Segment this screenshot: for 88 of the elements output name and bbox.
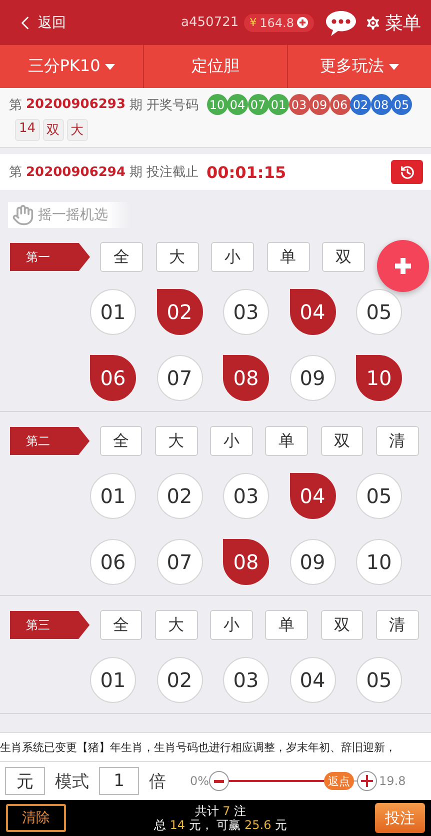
deadline-label: 投注截止 — [146, 164, 198, 181]
hand-icon — [12, 204, 34, 226]
quick-pick-button[interactable]: 清 — [376, 426, 418, 456]
result-ball: 07 — [248, 94, 268, 115]
number-ball[interactable]: 04 — [290, 657, 336, 703]
number-ball[interactable]: 07 — [156, 355, 202, 401]
unit-field[interactable]: 元 — [5, 767, 45, 795]
username: a450721 — [181, 15, 239, 30]
plus-icon — [297, 17, 308, 28]
result-tag: 双 — [42, 119, 64, 141]
plus-button[interactable] — [357, 771, 378, 791]
quick-pick-button[interactable]: 大 — [154, 426, 198, 456]
number-ball[interactable]: 01 — [90, 289, 136, 335]
result-ball: 05 — [391, 94, 412, 115]
plus-icon — [393, 256, 413, 276]
issue-number: 20200906293 — [26, 97, 126, 112]
menu-button[interactable]: 菜单 — [364, 10, 421, 34]
play-tab[interactable]: 更多玩法 — [288, 45, 431, 88]
quick-pick-button[interactable]: 全 — [100, 426, 142, 456]
history-icon — [400, 164, 414, 180]
quick-pick-button[interactable]: 清 — [376, 610, 418, 640]
position-label: 第三 — [10, 611, 90, 639]
result-ball: 02 — [350, 94, 371, 115]
mode-label: 模式 — [55, 770, 89, 792]
quick-pick-button[interactable]: 双 — [322, 242, 365, 272]
minus-icon — [214, 780, 224, 782]
quick-pick-button[interactable]: 小 — [210, 426, 253, 456]
settings-icon — [364, 14, 382, 32]
number-ball[interactable]: 03 — [223, 657, 269, 703]
number-ball[interactable]: 02 — [156, 657, 202, 703]
countdown: 00:01:15 — [206, 162, 286, 182]
result-ball: 01 — [268, 94, 289, 115]
number-ball[interactable]: 01 — [90, 657, 136, 703]
quick-pick-button[interactable]: 全 — [100, 610, 142, 640]
clear-button[interactable]: 清除 — [6, 804, 66, 832]
number-ball[interactable]: 10 — [356, 539, 402, 585]
issue-prefix: 第 — [9, 164, 22, 181]
result-ball: 09 — [309, 94, 330, 115]
issue-suffix: 期 — [130, 164, 142, 181]
result-ball: 08 — [370, 94, 392, 115]
number-ball[interactable]: 03 — [223, 473, 269, 519]
result-tag: 大 — [66, 119, 88, 141]
number-ball[interactable]: 05 — [356, 473, 402, 519]
quick-pick-button[interactable]: 双 — [320, 426, 364, 456]
issue-prefix: 第 — [9, 96, 22, 114]
bet-count: 共计 7 注 — [194, 804, 246, 818]
notice-text: 生肖系统已变更【猪】年生肖，生肖号码也进行相应调整，岁末年初、辞旧迎新， — [0, 740, 396, 754]
result-ball: 10 — [206, 94, 228, 115]
minus-button[interactable] — [209, 771, 230, 791]
number-ball[interactable]: 01 — [90, 473, 136, 519]
quick-pick-button[interactable]: 单 — [265, 610, 308, 640]
add-button[interactable] — [377, 240, 429, 292]
number-ball[interactable]: 09 — [290, 355, 336, 401]
result-ball: 04 — [227, 94, 248, 115]
issue-suffix: 期 — [130, 96, 142, 114]
quick-pick-button[interactable]: 大 — [156, 242, 198, 272]
rebate-min: 0% — [190, 774, 210, 788]
number-ball[interactable]: 03 — [223, 289, 269, 335]
result-ball: 03 — [288, 94, 310, 115]
rebate-max: 19.8 — [379, 774, 406, 788]
number-ball[interactable]: 05 — [356, 289, 402, 335]
quick-pick-button[interactable]: 全 — [100, 242, 143, 272]
plus-icon — [361, 775, 374, 787]
multiplier-field[interactable]: 1 — [99, 767, 139, 795]
result-ball: 06 — [330, 94, 350, 115]
history-button[interactable] — [391, 160, 423, 184]
position-label: 第二 — [10, 427, 90, 455]
number-ball[interactable]: 06 — [90, 539, 136, 585]
quick-pick-button[interactable]: 单 — [266, 242, 310, 272]
bet-total: 总 14 元， 可赢 25.6 元 — [154, 818, 288, 832]
multiplier-unit: 倍 — [149, 770, 166, 792]
quick-pick-button[interactable]: 双 — [320, 610, 364, 640]
position-label: 第一 — [10, 243, 90, 271]
number-ball[interactable]: 02 — [156, 473, 202, 519]
issue-number: 20200906294 — [26, 164, 126, 180]
caret-icon — [105, 64, 116, 70]
result-tag: 14 — [15, 119, 40, 141]
quick-pick-button[interactable]: 单 — [265, 426, 308, 456]
number-ball[interactable]: 09 — [290, 539, 336, 585]
caret-icon — [389, 64, 399, 70]
quick-pick-button[interactable]: 小 — [211, 242, 254, 272]
quick-pick-button[interactable]: 小 — [210, 610, 253, 640]
draw-label: 开奖号码 — [146, 96, 198, 114]
chat-icon[interactable] — [324, 8, 358, 36]
quick-pick-button[interactable]: 大 — [154, 610, 198, 640]
back-link[interactable]: 返回 — [14, 12, 66, 34]
number-ball[interactable]: 07 — [156, 539, 202, 585]
number-ball[interactable]: 05 — [356, 657, 402, 703]
